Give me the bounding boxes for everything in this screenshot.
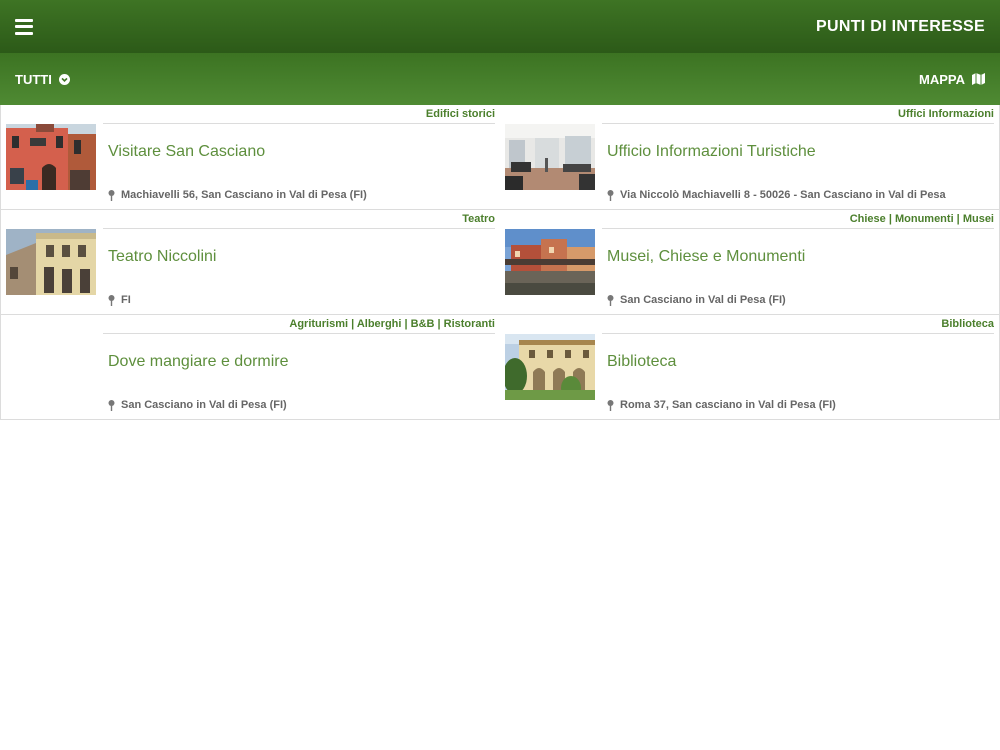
poi-name: Visitare San Casciano — [108, 143, 266, 160]
poi-tags: Edifici storici — [103, 105, 495, 124]
menu-icon[interactable] — [15, 18, 33, 35]
poi-address-text: FI — [121, 294, 131, 306]
poi-card[interactable]: Agriturismi | Alberghi | B&B | Ristorant… — [1, 315, 500, 419]
page-title: PUNTI DI INTERESSE — [816, 17, 985, 35]
poi-thumbnail — [505, 334, 595, 400]
pin-icon — [108, 399, 115, 411]
poi-name: Musei, Chiese e Monumenti — [607, 248, 806, 265]
pin-icon — [108, 189, 115, 201]
poi-tags: Biblioteca — [602, 315, 994, 334]
poi-card[interactable]: Edifici storici Visitare San Casciano Ma… — [1, 105, 500, 209]
poi-address-text: Via Niccolò Machiavelli 8 - 50026 - San … — [620, 189, 946, 201]
filter-dropdown[interactable]: TUTTI — [15, 72, 70, 87]
poi-address-text: Machiavelli 56, San Casciano in Val di P… — [121, 189, 367, 201]
poi-address: San Casciano in Val di Pesa (FI) — [607, 294, 786, 306]
poi-tags: Uffici Informazioni — [602, 105, 994, 124]
filter-bar: TUTTI MAPPA — [0, 53, 1000, 105]
poi-row: Edifici storici Visitare San Casciano Ma… — [1, 105, 999, 210]
poi-address: Machiavelli 56, San Casciano in Val di P… — [108, 189, 367, 201]
poi-name: Biblioteca — [607, 353, 677, 370]
poi-row: Teatro Teatro Niccolini FI Chiese | Monu… — [1, 210, 999, 315]
pin-icon — [607, 189, 614, 201]
poi-grid: Edifici storici Visitare San Casciano Ma… — [0, 105, 1000, 420]
pin-icon — [108, 294, 115, 306]
poi-tags: Chiese | Monumenti | Musei — [602, 210, 994, 229]
poi-name: Teatro Niccolini — [108, 248, 217, 265]
filter-label: TUTTI — [15, 71, 52, 87]
pin-icon — [607, 294, 614, 306]
pin-icon — [607, 399, 614, 411]
map-icon — [972, 73, 985, 85]
poi-address: Roma 37, San casciano in Val di Pesa (FI… — [607, 399, 836, 411]
poi-address: FI — [108, 294, 131, 306]
poi-tags: Teatro — [103, 210, 495, 229]
poi-address-text: San Casciano in Val di Pesa (FI) — [121, 399, 287, 411]
poi-name: Ufficio Informazioni Turistiche — [607, 143, 816, 160]
chevron-down-circle-icon — [58, 73, 70, 85]
poi-row: Agriturismi | Alberghi | B&B | Ristorant… — [1, 315, 999, 420]
top-bar: PUNTI DI INTERESSE — [0, 0, 1000, 53]
map-button[interactable]: MAPPA — [919, 72, 985, 87]
poi-address: San Casciano in Val di Pesa (FI) — [108, 399, 287, 411]
poi-card[interactable]: Chiese | Monumenti | Musei Musei, Chiese… — [500, 210, 999, 314]
map-label: MAPPA — [919, 71, 965, 87]
poi-card[interactable]: Uffici Informazioni Ufficio Informazioni — [500, 105, 999, 209]
poi-thumbnail — [6, 229, 96, 295]
poi-thumbnail — [505, 124, 595, 190]
poi-name: Dove mangiare e dormire — [108, 353, 289, 370]
poi-address: Via Niccolò Machiavelli 8 - 50026 - San … — [607, 189, 946, 201]
poi-card[interactable]: Teatro Teatro Niccolini FI — [1, 210, 500, 314]
poi-thumbnail — [6, 124, 96, 190]
poi-tags: Agriturismi | Alberghi | B&B | Ristorant… — [103, 315, 495, 334]
poi-card[interactable]: Biblioteca Biblioteca Roma 37, San casci… — [500, 315, 999, 419]
poi-address-text: Roma 37, San casciano in Val di Pesa (FI… — [620, 399, 836, 411]
poi-address-text: San Casciano in Val di Pesa (FI) — [620, 294, 786, 306]
poi-thumbnail — [505, 229, 595, 295]
